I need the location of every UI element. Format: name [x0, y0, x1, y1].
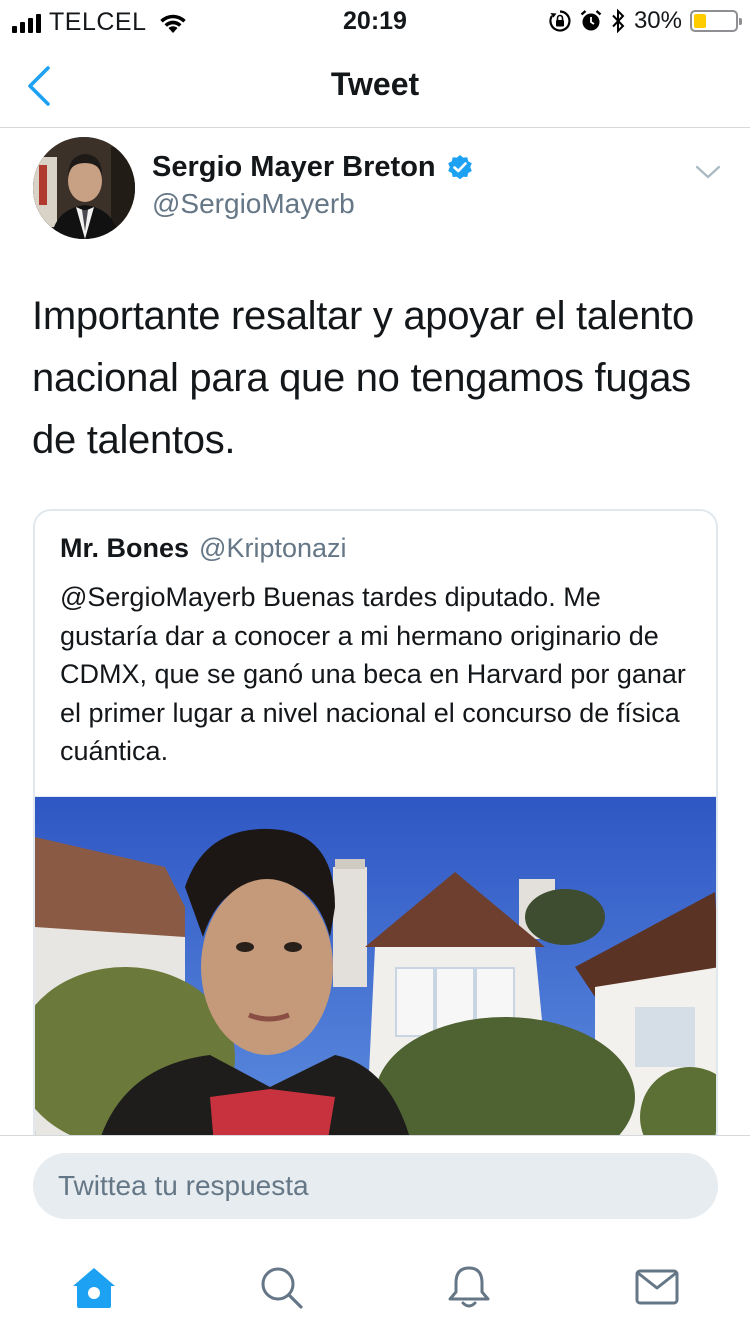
orientation-lock-icon: [549, 10, 571, 32]
chevron-down-icon[interactable]: [694, 160, 722, 184]
quoted-tweet-image[interactable]: [35, 796, 716, 1147]
home-icon[interactable]: [71, 1264, 117, 1310]
mail-icon[interactable]: [634, 1264, 680, 1310]
page-title: Tweet: [330, 66, 420, 102]
tab-bar: [0, 1236, 750, 1334]
quoted-tweet-header: Mr. Bones @Kriptonazi: [60, 533, 347, 564]
quoted-tweet-card[interactable]: Mr. Bones @Kriptonazi @SergioMayerb Buen…: [33, 509, 718, 1149]
battery-percent: 30%: [633, 7, 682, 34]
reply-composer: Twittea tu respuesta: [0, 1135, 750, 1235]
verified-badge-icon: [447, 154, 472, 179]
battery-level: [694, 14, 706, 28]
quoted-author-handle: @Kriptonazi: [199, 533, 347, 563]
author-name-row: Sergio Mayer Breton: [152, 151, 474, 184]
alarm-icon: [580, 10, 602, 31]
bell-icon[interactable]: [446, 1264, 492, 1310]
status-bar: TELCEL 20:19 30%: [0, 0, 750, 42]
author-handle[interactable]: @SergioMayerb: [152, 188, 355, 220]
avatar[interactable]: [33, 137, 135, 239]
battery-icon: [690, 10, 742, 32]
author-name[interactable]: Sergio Mayer Breton: [152, 151, 436, 184]
tweet-text: Importante resaltar y apoyar el talento …: [32, 294, 694, 462]
status-right: 30%: [548, 7, 742, 35]
quoted-tweet-text: @SergioMayerb Buenas tardes diputado. Me…: [60, 582, 686, 766]
reply-input[interactable]: Twittea tu respuesta: [33, 1153, 718, 1219]
search-icon[interactable]: [258, 1264, 304, 1310]
quoted-author-name: Mr. Bones: [60, 533, 190, 563]
nav-bar: Tweet: [0, 42, 750, 128]
bluetooth-icon: [612, 8, 625, 34]
